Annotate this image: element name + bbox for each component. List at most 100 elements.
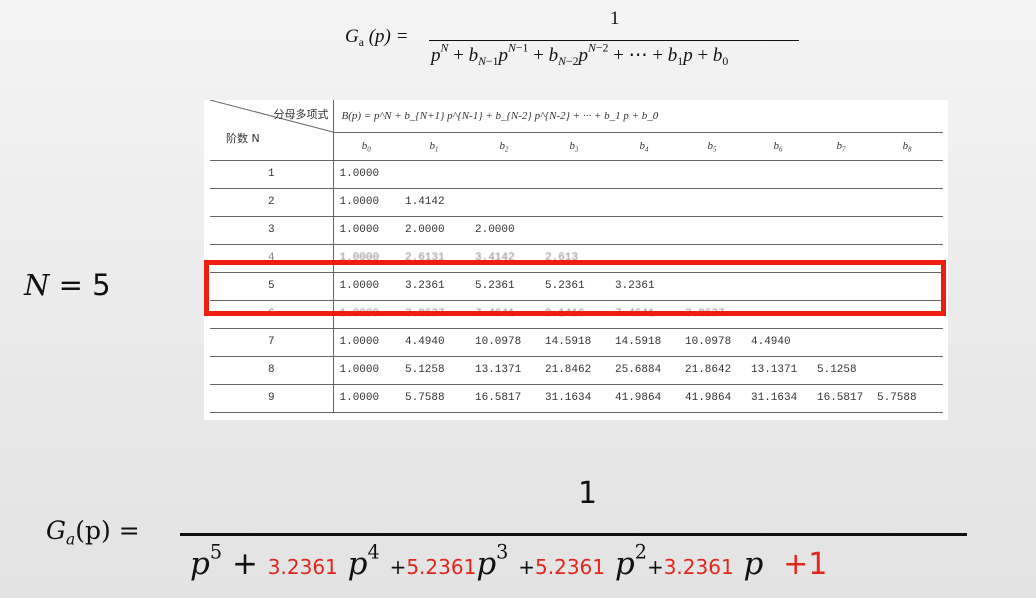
order-var: N xyxy=(24,268,50,302)
coef-cell: 13.1371 xyxy=(745,356,811,385)
coef-value: 31.1634 xyxy=(545,392,592,404)
coef-cell: 10.0978 xyxy=(679,328,745,357)
coef-cell xyxy=(745,160,811,189)
coef-cell: 41.9864 xyxy=(679,384,745,413)
fifth-order-transfer-function: Ga(p) = 1 p5 + 3.2361 p4 +5.2361p3 +5.23… xyxy=(40,470,980,595)
coef-value: 1.0000 xyxy=(339,224,380,236)
coef-header-b1: b1 xyxy=(399,132,469,161)
coef-cell: 1.0000 xyxy=(333,384,399,413)
coef-header-b7: b7 xyxy=(811,132,871,161)
coef-cell xyxy=(609,216,679,245)
coef-cell: 1.4142 xyxy=(399,188,469,217)
coef-cell: 25.6884 xyxy=(609,356,679,385)
top-numerator: 1 xyxy=(610,8,620,29)
bottom-denominator: p5 + 3.2361 p4 +5.2361p3 +5.2361 p2+3.23… xyxy=(190,540,828,582)
coef-value: 41.9864 xyxy=(615,392,662,404)
coef-cell: 4.4940 xyxy=(745,328,811,357)
coef-value: 10.0978 xyxy=(685,336,732,348)
coef-cell: 21.8462 xyxy=(539,356,609,385)
coef-value: 1.0000 xyxy=(339,336,380,348)
coef-cell xyxy=(539,160,609,189)
coef-value: 10.0978 xyxy=(475,336,522,348)
coef-cell xyxy=(399,160,469,189)
coef-cell: 1.0000 xyxy=(333,160,399,189)
coef-cell xyxy=(539,188,609,217)
coef-cell: 14.5918 xyxy=(539,328,609,357)
coef-header-b4: b4 xyxy=(609,132,679,161)
table-row: 9 1.0000 5.7588 16.5817 31.1634 41.9864 41.986… xyxy=(210,384,944,413)
coef-b3: 5.2361 xyxy=(406,555,477,579)
coef-value: 2.0000 xyxy=(475,224,515,236)
top-lhs-arg: (p) = xyxy=(368,26,409,47)
bottom-lhs-symbol: G xyxy=(46,516,66,545)
coef-cell: 1.0000 xyxy=(333,216,399,245)
coef-value: 14.5918 xyxy=(615,336,662,348)
coef-value: 1.0000 xyxy=(339,392,380,404)
coef-header-b8: b8 xyxy=(871,132,944,161)
coef-cell: 41.9864 xyxy=(609,384,679,413)
order-cell: 3 xyxy=(210,216,334,245)
coef-cell xyxy=(871,356,944,385)
coef-value: 2.0000 xyxy=(405,224,445,236)
coef-value: 31.1634 xyxy=(751,392,798,404)
coef-cell: 16.5817 xyxy=(811,384,871,413)
coef-value: 1.0000 xyxy=(339,168,380,180)
corner-top-label: 分母多项式 xyxy=(273,108,329,121)
coef-cell xyxy=(871,188,944,217)
coef-value: 5.7588 xyxy=(877,392,917,404)
coef-value: 4.4940 xyxy=(751,336,791,348)
coef-value: 21.8462 xyxy=(545,364,592,376)
coef-cell xyxy=(811,188,871,217)
order-cell: 9 xyxy=(210,384,334,413)
bottom-lhs-sub: a xyxy=(65,530,76,549)
coef-value: 13.1371 xyxy=(475,364,522,376)
coef-cell xyxy=(469,160,539,189)
order-cell: 7 xyxy=(210,328,334,357)
general-transfer-function: Ga (p) = 1 pN + bN−1pN−1 + bN−2pN−2 + ⋯ … xyxy=(345,6,815,76)
coef-cell: 10.0978 xyxy=(469,328,539,357)
coef-cell xyxy=(679,188,745,217)
coef-value: 13.1371 xyxy=(751,364,798,376)
table-corner-header: 分母多项式 阶数 N xyxy=(210,100,334,161)
coef-cell: 16.5817 xyxy=(469,384,539,413)
order-cell: 1 xyxy=(210,160,334,189)
polynomial-header: B(p) = p^N + b_{N+1} p^{N-1} + b_{N-2} p… xyxy=(333,100,944,133)
coef-value: 21.8642 xyxy=(685,364,732,376)
polynomial-header-text: B(p) = p^N + b_{N+1} p^{N-1} + b_{N-2} p… xyxy=(341,109,659,122)
table-row: 3 1.0000 2.0000 2.0000 xyxy=(210,216,944,245)
coef-header-b0: b0 xyxy=(333,132,399,161)
top-lhs-sub: a xyxy=(358,36,364,50)
coefficient-table: 分母多项式 阶数 N B(p) = p^N + b_{N+1} p^{N-1} … xyxy=(210,100,944,413)
table-row: 8 1.0000 5.1258 13.1371 21.8462 25.6884 21.864… xyxy=(210,356,944,385)
coef-header-b5: b5 xyxy=(679,132,745,161)
table-row: 1 1.0000 xyxy=(210,160,944,189)
coef-cell: 13.1371 xyxy=(469,356,539,385)
coef-cell xyxy=(539,216,609,245)
coef-cell: 31.1634 xyxy=(745,384,811,413)
table-row: 7 1.0000 4.4940 10.0978 14.5918 14.5918 10.097… xyxy=(210,328,944,357)
coef-value: 5.7588 xyxy=(405,392,445,404)
coef-cell: 5.7588 xyxy=(399,384,469,413)
coef-cell xyxy=(871,216,944,245)
coef-value: 41.9864 xyxy=(685,392,732,404)
bottom-fraction-bar xyxy=(180,533,967,536)
coef-cell xyxy=(811,328,871,357)
coef-cell xyxy=(871,160,944,189)
coef-cell xyxy=(609,188,679,217)
coef-value: 1.0000 xyxy=(339,196,380,208)
coef-cell xyxy=(745,216,811,245)
coef-cell: 31.1634 xyxy=(539,384,609,413)
coef-value: 4.4940 xyxy=(405,336,445,348)
coef-b4: 3.2361 xyxy=(267,555,338,579)
table-row: 2 1.0000 1.4142 xyxy=(210,188,944,217)
coef-cell: 5.1258 xyxy=(399,356,469,385)
order-cell: 2 xyxy=(210,188,334,217)
coef-value: 1.4142 xyxy=(405,196,445,208)
coef-cell: 1.0000 xyxy=(333,356,399,385)
coef-cell: 21.8642 xyxy=(679,356,745,385)
coef-value: 16.5817 xyxy=(475,392,522,404)
coef-value: 1.0000 xyxy=(339,364,380,376)
coef-header-b6: b6 xyxy=(745,132,811,161)
coef-cell xyxy=(679,160,745,189)
bottom-lhs-rest: (p) = xyxy=(75,516,140,545)
